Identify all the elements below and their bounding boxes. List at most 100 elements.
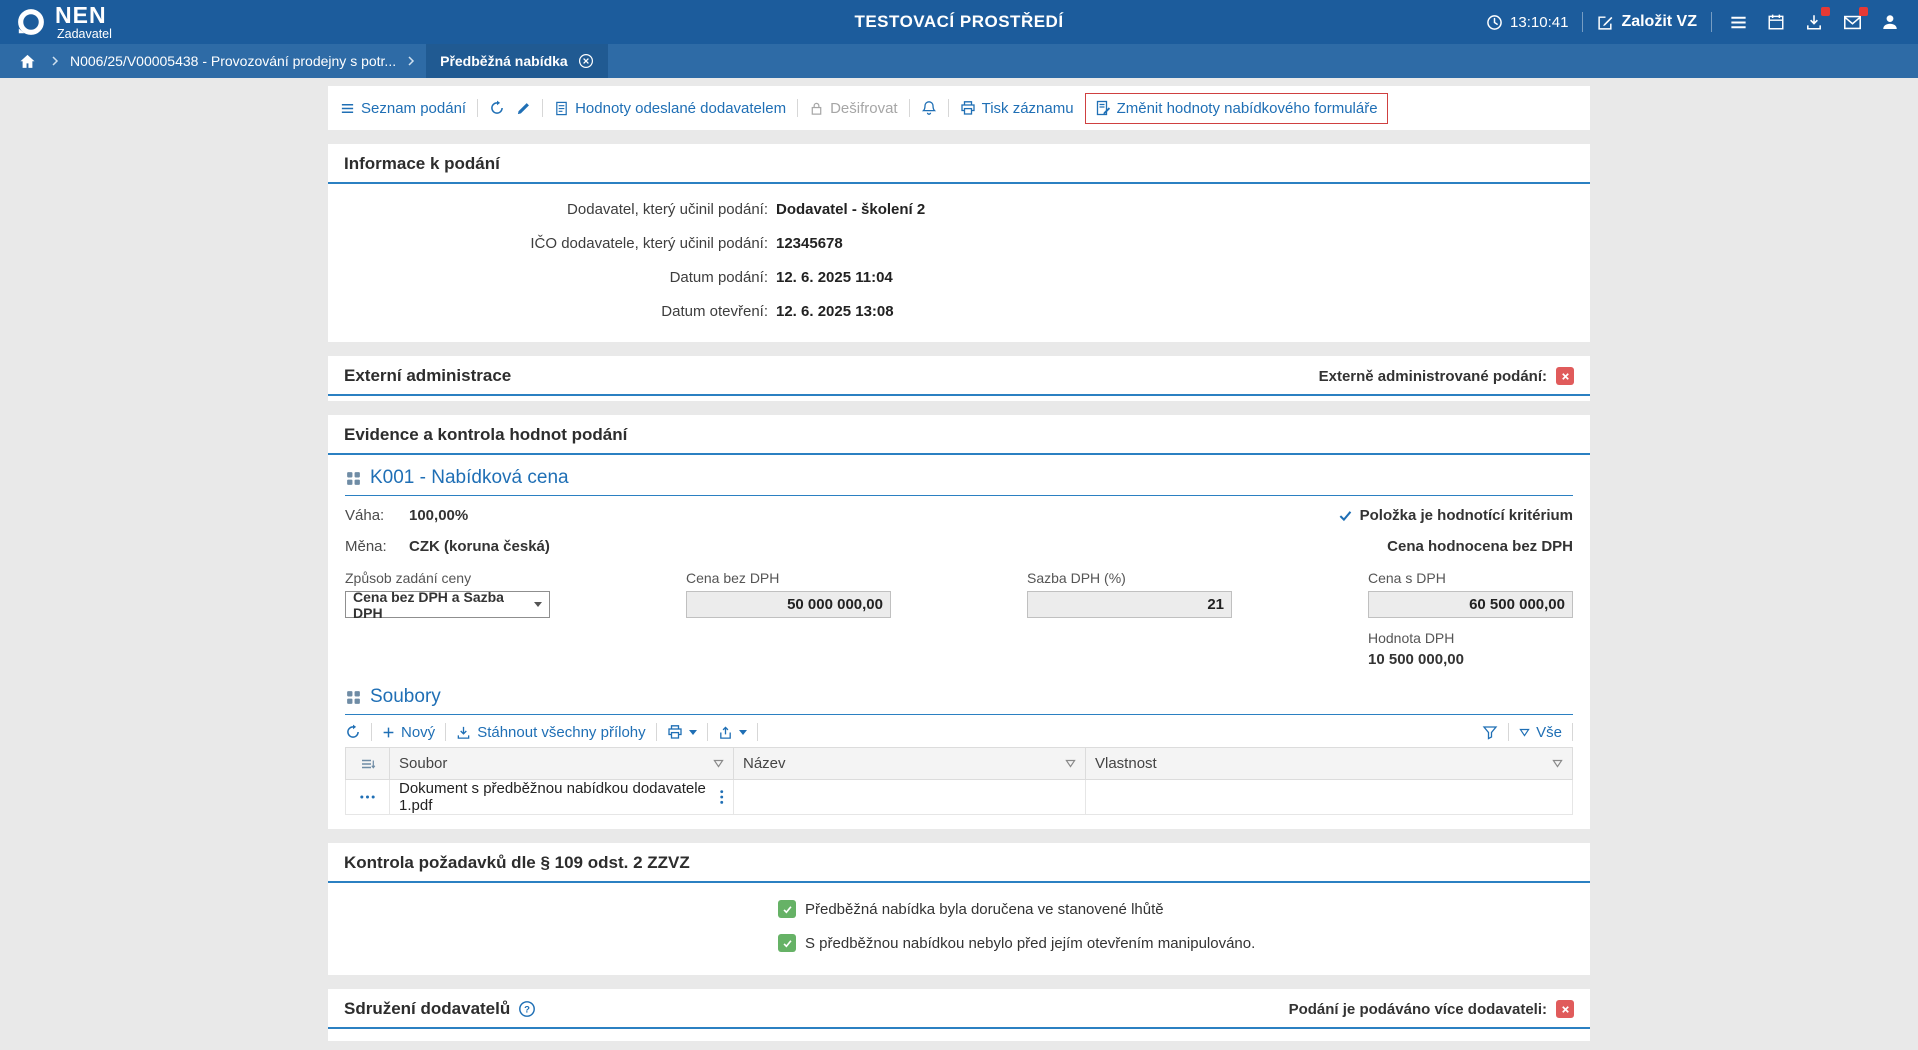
check-row: S předběžnou nabídkou nebylo před jejím … bbox=[778, 929, 1590, 957]
column-header-vlastnost[interactable]: Vlastnost bbox=[1086, 748, 1573, 780]
messages-button[interactable] bbox=[1840, 10, 1864, 34]
field-label: IČO dodavatele, který učinil podání: bbox=[328, 235, 768, 252]
mena-row: Měna: CZK (koruna česká) Cena hodnocena … bbox=[345, 534, 1573, 558]
user-profile-button[interactable] bbox=[1878, 10, 1902, 34]
main-menu-button[interactable] bbox=[1726, 10, 1750, 34]
downloads-button[interactable] bbox=[1802, 10, 1826, 34]
chevron-down-icon bbox=[689, 730, 697, 735]
section-informace-k-podani: Informace k podání Dodavatel, který učin… bbox=[328, 144, 1590, 342]
refresh-icon bbox=[345, 724, 361, 740]
table-cell-empty bbox=[734, 780, 1086, 815]
mena-label: Měna: bbox=[345, 538, 409, 555]
files-table: Soubor Název bbox=[345, 747, 1573, 815]
stahnout-prilohy-button[interactable]: Stáhnout všechny přílohy bbox=[456, 724, 645, 741]
user-icon bbox=[1881, 13, 1899, 31]
check-yes-checkbox bbox=[778, 900, 796, 918]
divider bbox=[909, 99, 910, 117]
files-toolbar: Nový Stáhnout všechny přílohy bbox=[345, 723, 1573, 741]
tisk-zaznamu-label: Tisk záznamu bbox=[982, 100, 1074, 117]
sazba-dph-input[interactable] bbox=[1027, 591, 1232, 618]
check-icon bbox=[782, 938, 793, 949]
notifications-button[interactable] bbox=[921, 100, 937, 116]
section-kontrola-pozadavku: Kontrola požadavků dle § 109 odst. 2 ZZV… bbox=[328, 843, 1590, 975]
info-row: IČO dodavatele, který učinil podání: 123… bbox=[328, 226, 1590, 260]
row-menu-button[interactable] bbox=[346, 780, 390, 815]
divider bbox=[948, 99, 949, 117]
cena-s-dph-input[interactable] bbox=[1368, 591, 1573, 618]
kriterium-label: Položka je hodnotící kritérium bbox=[1360, 507, 1573, 524]
hodnota-dph-label: Hodnota DPH bbox=[1368, 630, 1573, 646]
divider bbox=[797, 99, 798, 117]
cena-s-dph-label: Cena s DPH bbox=[1368, 570, 1573, 586]
zmenit-hodnoty-label: Změnit hodnoty nabídkového formuláře bbox=[1117, 100, 1378, 117]
file-name[interactable]: Dokument s předběžnou nabídkou dodavatel… bbox=[399, 780, 713, 814]
edit-button[interactable] bbox=[516, 101, 531, 116]
desifrovat-button[interactable]: Dešifrovat bbox=[809, 100, 898, 117]
pencil-icon bbox=[516, 101, 531, 116]
triangle-down-icon bbox=[1519, 728, 1530, 737]
field-value: 12. 6. 2025 13:08 bbox=[776, 303, 894, 320]
divider bbox=[542, 99, 543, 117]
chevron-right-icon bbox=[51, 55, 59, 67]
divider bbox=[1508, 723, 1509, 741]
cena-bez-dph-input[interactable] bbox=[686, 591, 891, 618]
printer-icon bbox=[667, 724, 683, 740]
nen-logo[interactable]: NEN Zadavatel bbox=[16, 4, 854, 41]
record-toolbar: Seznam podání Hodnoty odeslané dodavatel… bbox=[328, 86, 1590, 130]
home-button[interactable] bbox=[14, 53, 40, 70]
files-header-row: Soubor Název bbox=[346, 748, 1573, 780]
column-header-nazev[interactable]: Název bbox=[734, 748, 1086, 780]
novy-button[interactable]: Nový bbox=[382, 724, 435, 741]
zmenit-hodnoty-button[interactable]: Změnit hodnoty nabídkového formuláře bbox=[1085, 93, 1388, 124]
question-circle-icon[interactable]: ? bbox=[518, 1000, 536, 1018]
divider bbox=[1572, 723, 1573, 741]
zpusob-zadani-select[interactable]: Cena bez DPH a Sazba DPH bbox=[345, 591, 550, 618]
app-role: Zadavatel bbox=[57, 28, 112, 41]
filter-triangle-icon[interactable] bbox=[1552, 759, 1563, 768]
nen-logo-icon bbox=[16, 7, 46, 37]
chevron-down-icon bbox=[534, 602, 542, 607]
column-label: Soubor bbox=[399, 755, 447, 772]
refresh-button[interactable] bbox=[489, 100, 505, 116]
column-options-icon bbox=[360, 756, 376, 772]
seznam-podani-button[interactable]: Seznam podání bbox=[340, 100, 466, 117]
files-print-menu-button[interactable] bbox=[667, 724, 697, 740]
create-vz-button[interactable]: Založit VZ bbox=[1597, 13, 1697, 31]
menu-icon bbox=[1729, 13, 1748, 32]
filter-triangle-icon[interactable] bbox=[713, 759, 724, 768]
dots-vertical-icon[interactable] bbox=[719, 789, 724, 805]
files-refresh-button[interactable] bbox=[345, 724, 361, 740]
vse-label: Vše bbox=[1536, 724, 1562, 741]
section-grid-icon bbox=[345, 470, 362, 487]
hodnoceni-label: Cena hodnocena bez DPH bbox=[1387, 538, 1573, 555]
vaha-row: Váha: 100,00% Položka je hodnotící krité… bbox=[345, 503, 1573, 527]
download-icon bbox=[456, 725, 471, 740]
column-options-header[interactable] bbox=[346, 748, 390, 780]
home-icon bbox=[19, 53, 36, 70]
column-label: Název bbox=[743, 755, 786, 772]
divider bbox=[1711, 12, 1712, 32]
close-icon[interactable] bbox=[578, 53, 594, 69]
calendar-icon bbox=[1767, 13, 1785, 31]
section-title: Evidence a kontrola hodnot podání bbox=[344, 425, 627, 445]
hodnoty-odeslane-button[interactable]: Hodnoty odeslané dodavatelem bbox=[554, 100, 786, 117]
check-row: Předběžná nabídka byla doručena ve stano… bbox=[778, 895, 1590, 923]
filter-vse-button[interactable]: Vše bbox=[1519, 724, 1562, 741]
files-export-menu-button[interactable] bbox=[718, 725, 747, 740]
topbar: NEN Zadavatel TESTOVACÍ PROSTŘEDÍ 13:10:… bbox=[0, 0, 1918, 44]
tab-predbezna-nabidka[interactable]: Předběžná nabídka bbox=[426, 44, 608, 78]
column-header-soubor[interactable]: Soubor bbox=[390, 748, 734, 780]
soubory-subsection-title: Soubory bbox=[345, 686, 1573, 715]
section-title: Sdružení dodavatelů bbox=[344, 999, 510, 1019]
table-cell-empty bbox=[1086, 780, 1573, 815]
list-icon bbox=[340, 101, 355, 116]
breadcrumb-item-procurement[interactable]: N006/25/V00005438 - Provozování prodejny… bbox=[70, 53, 396, 69]
hodnota-dph-value: 10 500 000,00 bbox=[1368, 651, 1573, 668]
sdruzeni-label: Podání je podáváno více dodavateli: bbox=[1289, 1001, 1547, 1018]
tisk-zaznamu-button[interactable]: Tisk záznamu bbox=[960, 100, 1074, 117]
table-row[interactable]: Dokument s předběžnou nabídkou dodavatel… bbox=[346, 780, 1573, 815]
seznam-podani-label: Seznam podání bbox=[361, 100, 466, 117]
filter-button[interactable] bbox=[1482, 724, 1498, 740]
filter-triangle-icon[interactable] bbox=[1065, 759, 1076, 768]
calendar-button[interactable] bbox=[1764, 10, 1788, 34]
